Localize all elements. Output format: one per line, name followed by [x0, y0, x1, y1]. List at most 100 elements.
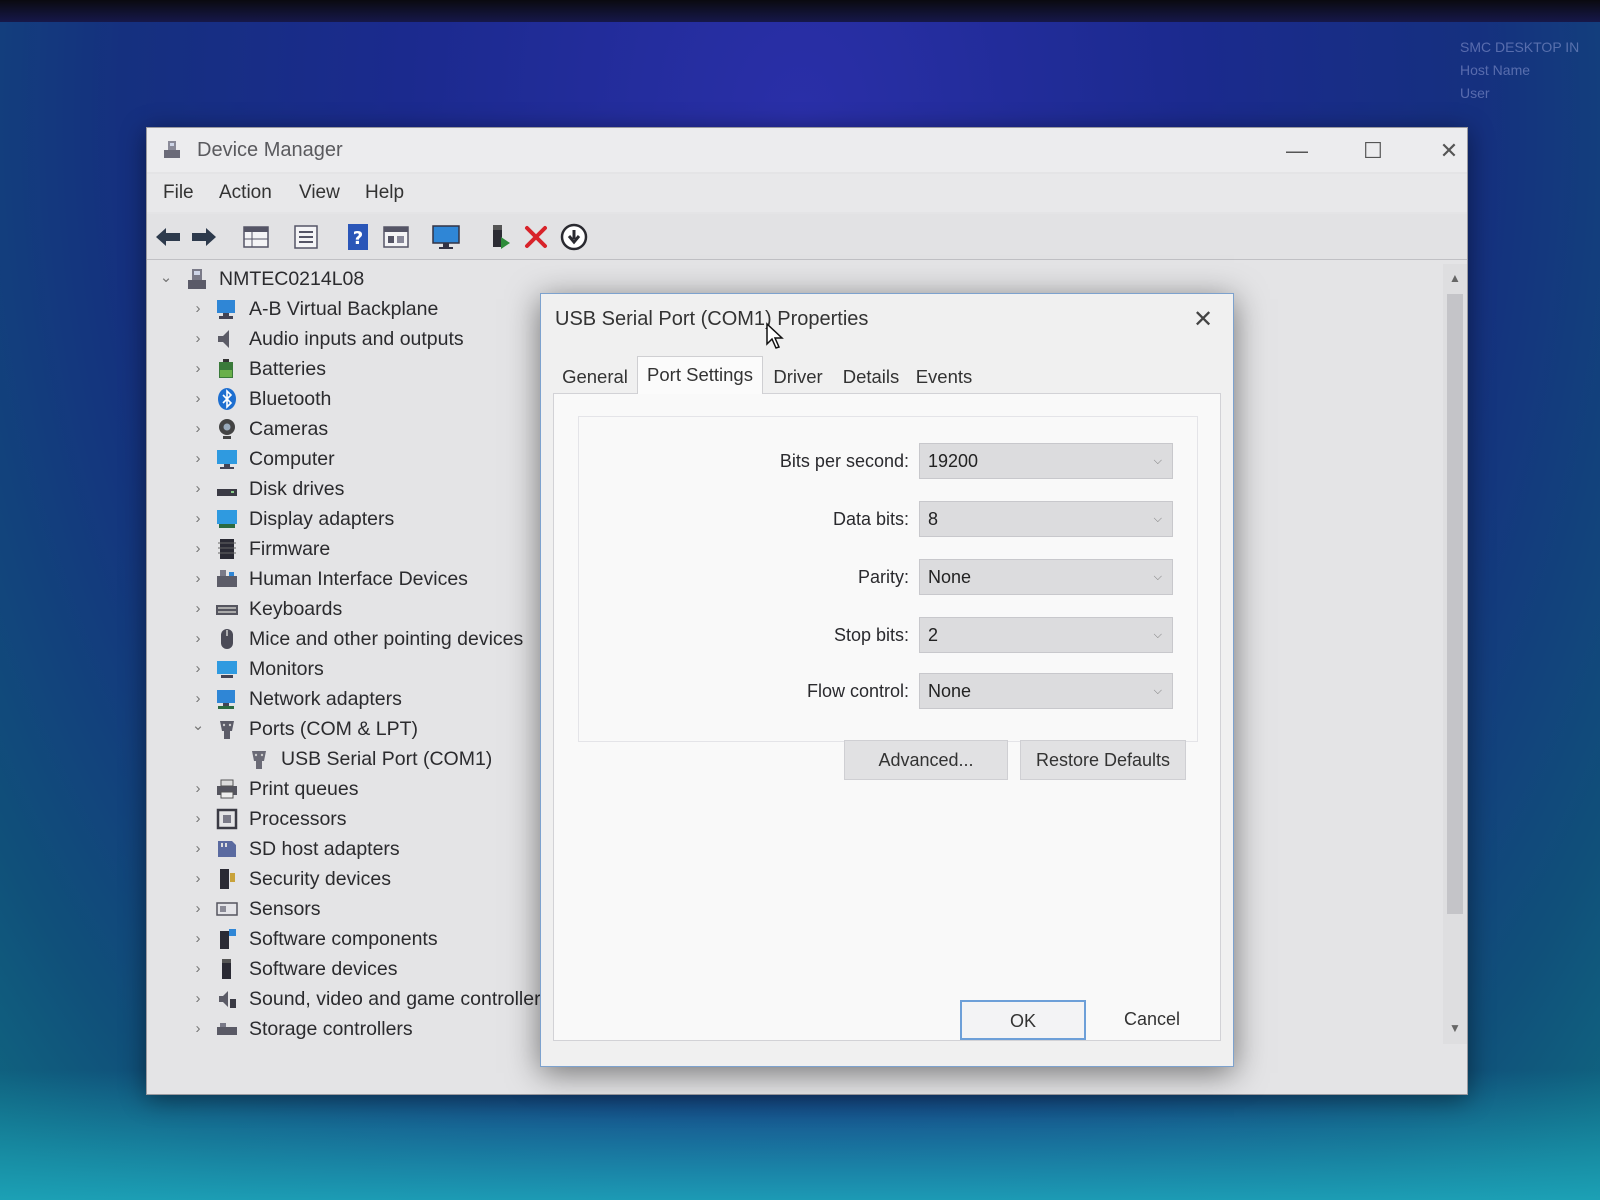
- chevron-right-icon[interactable]: ›: [191, 870, 205, 887]
- tab-details[interactable]: Details: [837, 362, 905, 394]
- dialog-close-button[interactable]: ✕: [1183, 300, 1223, 340]
- bits-per-second-select[interactable]: 19200 ⌵: [919, 443, 1173, 479]
- chevron-right-icon[interactable]: ›: [191, 390, 205, 407]
- menu-action[interactable]: Action: [219, 182, 272, 204]
- chevron-right-icon[interactable]: ›: [191, 360, 205, 377]
- tab-events[interactable]: Events: [911, 362, 977, 394]
- detail-view-icon[interactable]: [381, 222, 411, 252]
- tree-item-print-queues[interactable]: › Print queues: [147, 774, 547, 804]
- tree-item-sensors[interactable]: › Sensors: [147, 894, 547, 924]
- title-bar[interactable]: Device Manager — ☐ ✕: [147, 128, 1467, 172]
- menu-help[interactable]: Help: [365, 182, 404, 204]
- tree-item-mice[interactable]: › Mice and other pointing devices: [147, 624, 547, 654]
- chevron-right-icon[interactable]: ›: [191, 510, 205, 527]
- chevron-right-icon[interactable]: ›: [191, 300, 205, 317]
- uninstall-x-icon[interactable]: [521, 222, 551, 252]
- chevron-right-icon[interactable]: ›: [191, 600, 205, 617]
- back-arrow-icon[interactable]: [153, 222, 183, 252]
- parity-select[interactable]: None ⌵: [919, 559, 1173, 595]
- disk-drive-icon: [217, 489, 237, 496]
- tree-item-hid[interactable]: › Human Interface Devices: [147, 564, 547, 594]
- tree-item-processors[interactable]: › Processors: [147, 804, 547, 834]
- tree-item-storage-controllers[interactable]: › Storage controllers: [147, 1014, 547, 1044]
- chevron-right-icon[interactable]: ›: [191, 780, 205, 797]
- chevron-right-icon[interactable]: ›: [191, 330, 205, 347]
- webcam-icon: [219, 419, 235, 439]
- bits-per-second-label: Bits per second:: [779, 451, 909, 471]
- tree-item-label: Ports (COM & LPT): [249, 718, 419, 740]
- tree-item-sd-host[interactable]: › SD host adapters: [147, 834, 547, 864]
- tree-item-ports[interactable]: ⌄ Ports (COM & LPT): [147, 714, 547, 744]
- chevron-down-icon[interactable]: ⌄: [191, 716, 205, 734]
- scroll-up-icon[interactable]: ▲: [1443, 266, 1467, 290]
- chevron-right-icon[interactable]: ›: [191, 990, 205, 1007]
- chevron-right-icon[interactable]: ›: [191, 840, 205, 857]
- chevron-right-icon[interactable]: ›: [191, 1020, 205, 1037]
- tab-general[interactable]: General: [557, 362, 633, 394]
- svg-text:?: ?: [353, 228, 363, 249]
- tree-item-audio[interactable]: › Audio inputs and outputs: [147, 324, 547, 354]
- chevron-right-icon[interactable]: ›: [191, 450, 205, 467]
- tree-item-network-adapters[interactable]: › Network adapters: [147, 684, 547, 714]
- help-icon[interactable]: ?: [343, 222, 373, 252]
- chevron-right-icon[interactable]: ›: [191, 660, 205, 677]
- select-value: None: [928, 567, 972, 587]
- chevron-right-icon[interactable]: ›: [191, 810, 205, 827]
- tree-item-virtual-backplane[interactable]: › A-B Virtual Backplane: [147, 294, 547, 324]
- chevron-right-icon[interactable]: ›: [191, 960, 205, 977]
- advanced-button[interactable]: Advanced...: [844, 740, 1008, 780]
- tree-item-sound-video[interactable]: › Sound, video and game controllers: [147, 984, 548, 1014]
- flow-control-select[interactable]: None ⌵: [919, 673, 1173, 709]
- chevron-right-icon[interactable]: ›: [191, 480, 205, 497]
- ok-button[interactable]: OK: [960, 1000, 1086, 1040]
- chevron-right-icon[interactable]: ›: [191, 420, 205, 437]
- cancel-button[interactable]: Cancel: [1098, 1000, 1206, 1040]
- tree-item-cameras[interactable]: › Cameras: [147, 414, 547, 444]
- properties-grid-icon[interactable]: [241, 222, 271, 252]
- add-driver-icon[interactable]: [485, 222, 515, 252]
- tree-item-software-devices[interactable]: › Software devices: [147, 954, 547, 984]
- tree-item-batteries[interactable]: › Batteries: [147, 354, 547, 384]
- tree-item-label: Human Interface Devices: [249, 568, 468, 590]
- select-value: None: [928, 681, 972, 701]
- menu-file[interactable]: File: [163, 182, 194, 204]
- storage-controller-icon: [217, 1023, 237, 1035]
- forward-arrow-icon[interactable]: [189, 222, 219, 252]
- tree-item-display-adapters[interactable]: › Display adapters: [147, 504, 547, 534]
- tree-item-disk-drives[interactable]: › Disk drives: [147, 474, 547, 504]
- list-view-icon[interactable]: [291, 222, 321, 252]
- tree-item-security[interactable]: › Security devices: [147, 864, 547, 894]
- chevron-right-icon[interactable]: ›: [191, 540, 205, 557]
- chevron-right-icon[interactable]: ›: [191, 570, 205, 587]
- minimize-button[interactable]: —: [1267, 134, 1327, 168]
- tree-item-bluetooth[interactable]: › Bluetooth: [147, 384, 547, 414]
- monitor-icon[interactable]: [431, 222, 461, 252]
- software-component-icon: [220, 929, 236, 949]
- close-button[interactable]: ✕: [1419, 134, 1479, 168]
- tree-item-usb-serial-port[interactable]: USB Serial Port (COM1): [147, 744, 547, 774]
- menu-view[interactable]: View: [299, 182, 340, 204]
- tree-root[interactable]: ⌄ NMTEC0214L08: [147, 264, 547, 294]
- chevron-right-icon[interactable]: ›: [191, 900, 205, 917]
- data-bits-select[interactable]: 8 ⌵: [919, 501, 1173, 537]
- tab-driver[interactable]: Driver: [767, 362, 829, 394]
- chevron-right-icon[interactable]: ›: [191, 630, 205, 647]
- stop-bits-select[interactable]: 2 ⌵: [919, 617, 1173, 653]
- tree-item-monitors[interactable]: › Monitors: [147, 654, 547, 684]
- dialog-title: USB Serial Port (COM1) Properties: [555, 308, 869, 330]
- maximize-button[interactable]: ☐: [1343, 134, 1403, 168]
- tree-item-computer[interactable]: › Computer: [147, 444, 547, 474]
- scroll-down-icon[interactable]: ▼: [1443, 1016, 1467, 1040]
- tab-port-settings[interactable]: Port Settings: [637, 356, 763, 394]
- tree-item-software-components[interactable]: › Software components: [147, 924, 547, 954]
- tree-scrollbar[interactable]: ▲ ▼: [1443, 264, 1467, 1044]
- settings-group: Bits per second: 19200 ⌵ Data bits: 8 ⌵ …: [578, 416, 1198, 742]
- chevron-down-icon[interactable]: ⌄: [159, 268, 173, 286]
- scroll-thumb[interactable]: [1447, 294, 1463, 914]
- restore-defaults-button[interactable]: Restore Defaults: [1020, 740, 1186, 780]
- tree-item-firmware[interactable]: › Firmware: [147, 534, 547, 564]
- chevron-right-icon[interactable]: ›: [191, 930, 205, 947]
- chevron-right-icon[interactable]: ›: [191, 690, 205, 707]
- tree-item-keyboards[interactable]: › Keyboards: [147, 594, 547, 624]
- download-update-icon[interactable]: [559, 222, 589, 252]
